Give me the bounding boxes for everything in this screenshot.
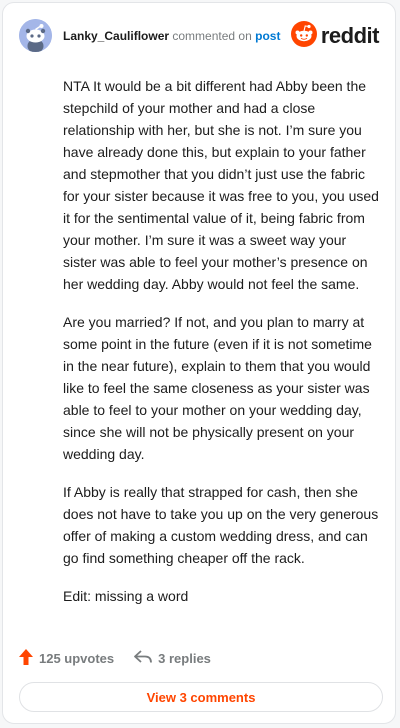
reply-arrow-icon — [134, 649, 158, 667]
comment-card: Lanky_Cauliflower commented on post redd — [2, 2, 396, 724]
replies-count: 3 replies — [158, 650, 211, 666]
replies-button[interactable]: 3 replies — [134, 649, 211, 667]
reddit-logo[interactable]: reddit — [290, 20, 380, 52]
view-comments-button[interactable]: View 3 comments — [19, 682, 383, 712]
comment-paragraph: Are you married? If not, and you plan to… — [63, 314, 372, 462]
comment-body: NTA It would be a bit different had Abby… — [63, 75, 379, 623]
comment-meta: Lanky_Cauliflower commented on post — [63, 29, 280, 43]
reddit-logo-icon — [290, 20, 317, 52]
comment-header: Lanky_Cauliflower commented on post redd — [19, 19, 380, 53]
username[interactable]: Lanky_Cauliflower — [63, 29, 169, 43]
upvote-button[interactable]: 125 upvotes — [19, 648, 115, 668]
comment-actions: 125 upvotes 3 replies — [19, 648, 211, 668]
upvote-arrow-icon — [19, 648, 39, 668]
upvote-count: 125 upvotes — [39, 650, 115, 666]
action-text: commented on — [172, 29, 252, 43]
comment-paragraph: Edit: missing a word — [63, 588, 189, 604]
snoo-avatar-icon[interactable] — [19, 19, 52, 52]
comment-paragraph: If Abby is really that strapped for cash… — [63, 484, 379, 566]
reddit-wordmark: reddit — [320, 23, 380, 48]
post-link[interactable]: post — [255, 29, 280, 43]
comment-paragraph: NTA It would be a bit different had Abby… — [63, 78, 379, 292]
